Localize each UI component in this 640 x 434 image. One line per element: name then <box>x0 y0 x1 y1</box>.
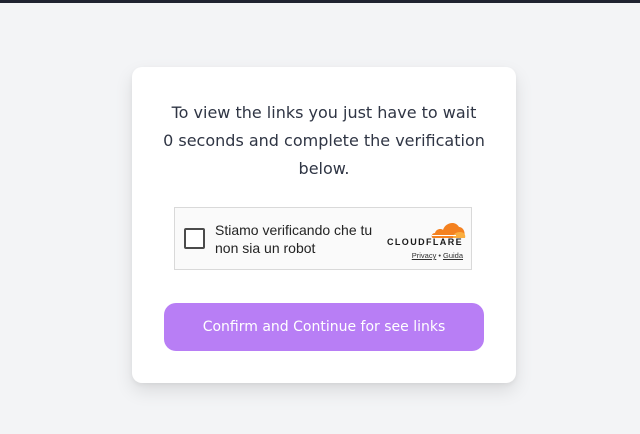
cloudflare-captcha-widget: Stiamo verificando che tu non sia un rob… <box>174 207 472 270</box>
verification-card: To view the links you just have to wait … <box>132 67 516 383</box>
cloudflare-cloud-icon <box>431 223 466 238</box>
message-line-3: below. <box>298 159 350 178</box>
confirm-continue-button[interactable]: Confirm and Continue for see links <box>164 303 484 351</box>
guide-link[interactable]: Guida <box>443 251 463 260</box>
captcha-footer-links: Privacy • Guida <box>412 251 463 260</box>
top-bar <box>0 0 640 3</box>
captcha-label-line-1: Stiamo verificando che tu <box>215 222 373 238</box>
cloudflare-brand: CLOUDFLARE <box>387 237 463 247</box>
captcha-checkbox[interactable] <box>184 228 205 249</box>
privacy-link[interactable]: Privacy <box>412 251 437 260</box>
captcha-label-line-2: non sia un robot <box>215 240 316 256</box>
message-line-2: 0 seconds and complete the verification <box>163 131 485 150</box>
captcha-label: Stiamo verificando che tu non sia un rob… <box>215 221 385 257</box>
verification-message: To view the links you just have to wait … <box>154 99 494 183</box>
footer-separator: • <box>438 251 441 260</box>
message-line-1: To view the links you just have to wait <box>171 103 477 122</box>
